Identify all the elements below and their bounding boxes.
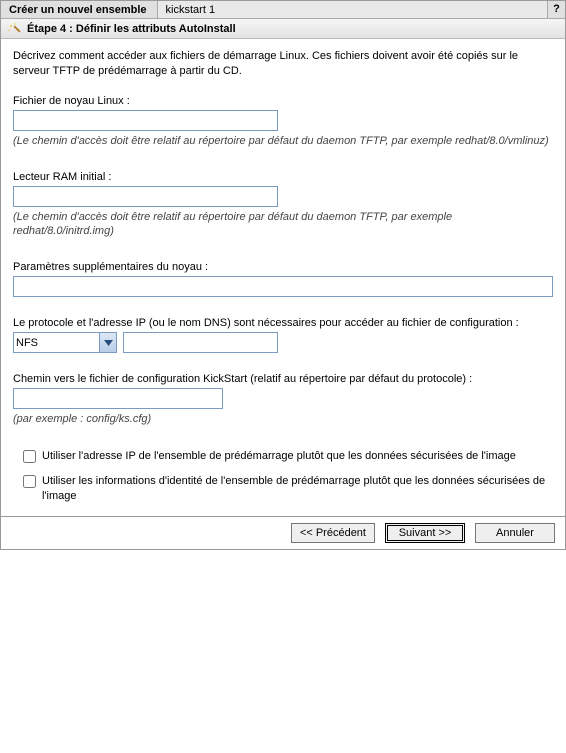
step-label: Étape 4 : Définir les attributs AutoInst… bbox=[27, 23, 236, 35]
wizard-body: Décrivez comment accéder aux fichiers de… bbox=[1, 39, 565, 516]
use-identity-checkbox-row[interactable]: Utiliser les informations d'identité de … bbox=[23, 474, 553, 504]
step-description: Décrivez comment accéder aux fichiers de… bbox=[13, 49, 553, 79]
initrd-label: Lecteur RAM initial : bbox=[13, 171, 553, 183]
kparams-label: Paramètres supplémentaires du noyau : bbox=[13, 261, 553, 273]
initrd-input[interactable] bbox=[13, 186, 278, 207]
kparams-input[interactable] bbox=[13, 276, 553, 297]
titlebar: Créer un nouvel ensemble kickstart 1 ? bbox=[1, 1, 565, 19]
protocol-address-input[interactable] bbox=[123, 332, 278, 353]
cfgpath-hint: (par exemple : config/ks.cfg) bbox=[13, 412, 553, 427]
kernel-input[interactable] bbox=[13, 110, 278, 131]
protocol-label: Le protocole et l'adresse IP (ou le nom … bbox=[13, 317, 553, 329]
previous-button[interactable]: << Précédent bbox=[291, 523, 375, 543]
use-identity-label: Utiliser les informations d'identité de … bbox=[42, 474, 553, 504]
cfgpath-input[interactable] bbox=[13, 388, 223, 409]
wizard-title: Créer un nouvel ensemble bbox=[1, 1, 158, 18]
wand-icon bbox=[7, 22, 21, 36]
use-ip-label: Utiliser l'adresse IP de l'ensemble de p… bbox=[42, 449, 516, 464]
use-identity-checkbox[interactable] bbox=[23, 475, 36, 488]
cfgpath-label: Chemin vers le fichier de configuration … bbox=[13, 373, 553, 385]
step-header: Étape 4 : Définir les attributs AutoInst… bbox=[1, 19, 565, 39]
use-ip-checkbox[interactable] bbox=[23, 450, 36, 463]
use-ip-checkbox-row[interactable]: Utiliser l'adresse IP de l'ensemble de p… bbox=[23, 449, 553, 464]
kernel-label: Fichier de noyau Linux : bbox=[13, 95, 553, 107]
wizard-dialog: Créer un nouvel ensemble kickstart 1 ? É… bbox=[0, 0, 566, 550]
protocol-select[interactable]: NFS bbox=[13, 332, 117, 353]
kernel-hint: (Le chemin d'accès doit être relatif au … bbox=[13, 134, 553, 149]
cancel-button[interactable]: Annuler bbox=[475, 523, 555, 543]
help-button[interactable]: ? bbox=[547, 1, 565, 18]
wizard-subtitle: kickstart 1 bbox=[158, 1, 547, 18]
initrd-hint: (Le chemin d'accès doit être relatif au … bbox=[13, 210, 553, 240]
wizard-footer: << Précédent Suivant >> Annuler bbox=[1, 516, 565, 549]
next-button[interactable]: Suivant >> bbox=[385, 523, 465, 543]
